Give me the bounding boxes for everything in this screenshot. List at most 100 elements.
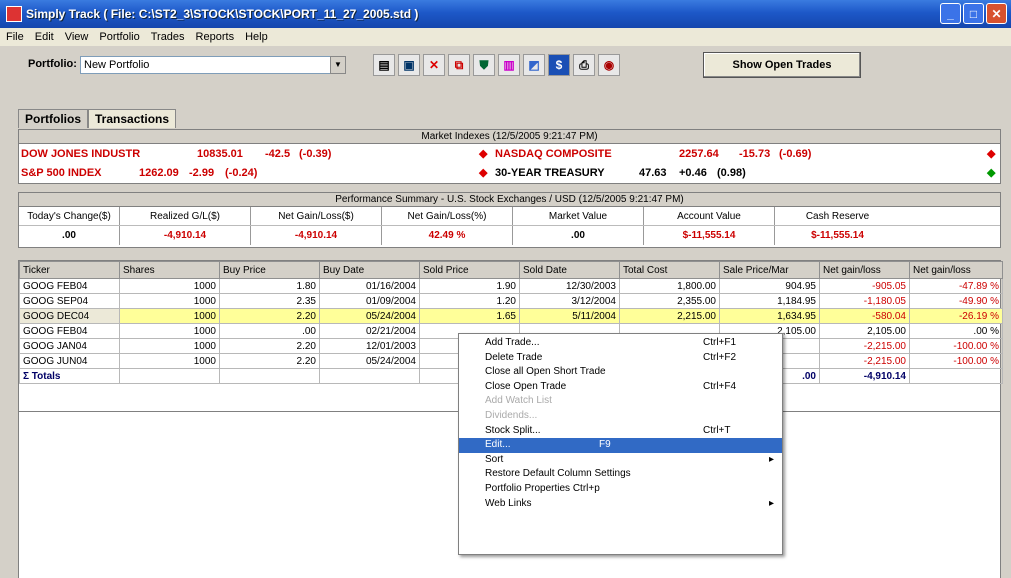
cell-buy-date[interactable]: 12/01/2003 <box>319 338 420 354</box>
graph-icon[interactable]: ◩ <box>523 54 545 76</box>
cell-net-gain[interactable]: -2,215.00 <box>819 338 910 354</box>
cell-sale-price[interactable]: 904.95 <box>719 278 820 294</box>
tab-portfolios[interactable]: Portfolios <box>18 109 88 128</box>
close-button[interactable]: ✕ <box>986 3 1007 24</box>
cell-buy-price[interactable]: 1.80 <box>219 278 320 294</box>
menu-portfolio[interactable]: Portfolio <box>99 31 139 43</box>
print-preview-icon[interactable]: ◉ <box>598 54 620 76</box>
menu-edit[interactable]: Edit <box>35 31 54 43</box>
column-header[interactable]: Sold Date <box>519 261 620 279</box>
cell-shares[interactable]: 1000 <box>119 308 220 324</box>
cell-net-gain[interactable]: -905.05 <box>819 278 910 294</box>
menu-item-portfolio-properties[interactable]: Portfolio Properties Ctrl+p <box>459 482 782 497</box>
shield-icon[interactable]: ⛊ <box>473 54 495 76</box>
cell-ticker[interactable]: GOOG JAN04 <box>19 338 120 354</box>
menu-help[interactable]: Help <box>245 31 268 43</box>
cell-sold-date[interactable]: 3/12/2004 <box>519 293 620 309</box>
cell-net-gain[interactable]: -580.04 <box>819 308 910 324</box>
save-icon[interactable]: ▣ <box>398 54 420 76</box>
cell-net-gain[interactable]: -2,215.00 <box>819 353 910 369</box>
cell-net-gain-pct[interactable]: -26.19 % <box>909 308 1003 324</box>
column-header[interactable]: Total Cost <box>619 261 720 279</box>
cell-net-gain-pct[interactable]: -100.00 % <box>909 353 1003 369</box>
cell-sale-price[interactable]: 1,184.95 <box>719 293 820 309</box>
column-header[interactable]: Net gain/loss <box>819 261 910 279</box>
column-header[interactable]: Sold Price <box>419 261 520 279</box>
cell-shares[interactable]: 1000 <box>119 293 220 309</box>
show-open-trades-button[interactable]: Show Open Trades <box>703 52 861 78</box>
cell-net-gain-pct[interactable]: -47.89 % <box>909 278 1003 294</box>
dollar-icon[interactable]: $ <box>548 54 570 76</box>
cell-net-gain-pct[interactable]: -100.00 % <box>909 338 1003 354</box>
cell-buy-price[interactable]: 2.20 <box>219 353 320 369</box>
chevron-down-icon[interactable]: ▼ <box>330 56 346 74</box>
cell-sold-price[interactable]: 1.20 <box>419 293 520 309</box>
cell-net-gain-pct[interactable]: -49.90 % <box>909 293 1003 309</box>
cell-sale-price[interactable]: 1,634.95 <box>719 308 820 324</box>
cell-net-gain[interactable]: 2,105.00 <box>819 323 910 339</box>
cell-shares[interactable]: 1000 <box>119 323 220 339</box>
menu-item-delete-trade[interactable]: Delete Trade Ctrl+F2 <box>459 351 782 366</box>
tab-transactions[interactable]: Transactions <box>88 109 177 128</box>
cell-sold-date[interactable]: 5/11/2004 <box>519 308 620 324</box>
cell-net-gain-pct[interactable]: .00 % <box>909 323 1003 339</box>
menu-item-close-open-trade[interactable]: Close Open Trade Ctrl+F4 <box>459 380 782 395</box>
cell-ticker[interactable]: GOOG DEC04 <box>19 308 120 324</box>
menu-item-restore-columns[interactable]: Restore Default Column Settings <box>459 467 782 482</box>
cell-buy-date[interactable]: 05/24/2004 <box>319 308 420 324</box>
column-header[interactable]: Sale Price/Mar <box>719 261 820 279</box>
submenu-arrow-icon: ▸ <box>768 497 774 509</box>
cell-total-cost[interactable]: 1,800.00 <box>619 278 720 294</box>
menu-trades[interactable]: Trades <box>151 31 185 43</box>
menu-item-edit[interactable]: Edit... F9 <box>459 438 782 453</box>
menu-item-web-links[interactable]: Web Links ▸ <box>459 497 782 512</box>
windows-icon[interactable]: ⧉ <box>448 54 470 76</box>
cell-sold-price[interactable]: 1.65 <box>419 308 520 324</box>
menu-item-sort[interactable]: Sort ▸ <box>459 453 782 468</box>
column-header[interactable]: Ticker <box>19 261 120 279</box>
minimize-button[interactable]: _ <box>940 3 961 24</box>
cell-ticker[interactable]: GOOG JUN04 <box>19 353 120 369</box>
column-header[interactable]: Net gain/loss <box>909 261 1003 279</box>
cell-shares[interactable]: 1000 <box>119 338 220 354</box>
table-row[interactable]: GOOG FEB04 1000 1.80 01/16/2004 1.90 12/… <box>19 278 1003 294</box>
menu-reports[interactable]: Reports <box>196 31 235 43</box>
table-row[interactable]: GOOG SEP04 1000 2.35 01/09/2004 1.20 3/1… <box>19 293 1003 309</box>
cell-buy-price[interactable]: 2.20 <box>219 338 320 354</box>
portfolio-select[interactable]: New Portfolio ▼ <box>80 56 346 74</box>
column-header[interactable]: Buy Date <box>319 261 420 279</box>
cell-buy-price[interactable]: .00 <box>219 323 320 339</box>
cell-buy-price[interactable]: 2.20 <box>219 308 320 324</box>
cell-ticker[interactable]: GOOG SEP04 <box>19 293 120 309</box>
cell-buy-date[interactable]: 01/09/2004 <box>319 293 420 309</box>
menu-item-close-all-short[interactable]: Close all Open Short Trade <box>459 365 782 380</box>
cell-sold-date[interactable]: 12/30/2003 <box>519 278 620 294</box>
maximize-button[interactable]: □ <box>963 3 984 24</box>
index-change: -15.73 <box>739 147 771 160</box>
cell-shares[interactable]: 1000 <box>119 278 220 294</box>
cell-ticker[interactable]: GOOG FEB04 <box>19 278 120 294</box>
cell-buy-date[interactable]: 05/24/2004 <box>319 353 420 369</box>
cell-total-cost[interactable]: 2,215.00 <box>619 308 720 324</box>
report-icon[interactable]: ▤ <box>373 54 395 76</box>
menu-item-add-trade[interactable]: Add Trade... Ctrl+F1 <box>459 336 782 351</box>
cell-total-cost[interactable]: 2,355.00 <box>619 293 720 309</box>
printer-icon[interactable]: ⎙ <box>573 54 595 76</box>
menu-item-label: Delete Trade <box>485 351 543 363</box>
cell-ticker[interactable]: GOOG FEB04 <box>19 323 120 339</box>
menu-file[interactable]: File <box>6 31 24 43</box>
menu-item-stock-split[interactable]: Stock Split... Ctrl+T <box>459 424 782 439</box>
cell-shares[interactable]: 1000 <box>119 353 220 369</box>
performance-summary-panel: Performance Summary - U.S. Stock Exchang… <box>18 192 1001 248</box>
column-header[interactable]: Shares <box>119 261 220 279</box>
cell-buy-date[interactable]: 02/21/2004 <box>319 323 420 339</box>
cell-buy-date[interactable]: 01/16/2004 <box>319 278 420 294</box>
table-row-selected[interactable]: GOOG DEC04 1000 2.20 05/24/2004 1.65 5/1… <box>19 308 1003 324</box>
chart-icon[interactable]: ▥ <box>498 54 520 76</box>
cell-net-gain[interactable]: -1,180.05 <box>819 293 910 309</box>
menu-view[interactable]: View <box>65 31 89 43</box>
delete-icon[interactable]: ✕ <box>423 54 445 76</box>
cell-sold-price[interactable]: 1.90 <box>419 278 520 294</box>
column-header[interactable]: Buy Price <box>219 261 320 279</box>
cell-buy-price[interactable]: 2.35 <box>219 293 320 309</box>
